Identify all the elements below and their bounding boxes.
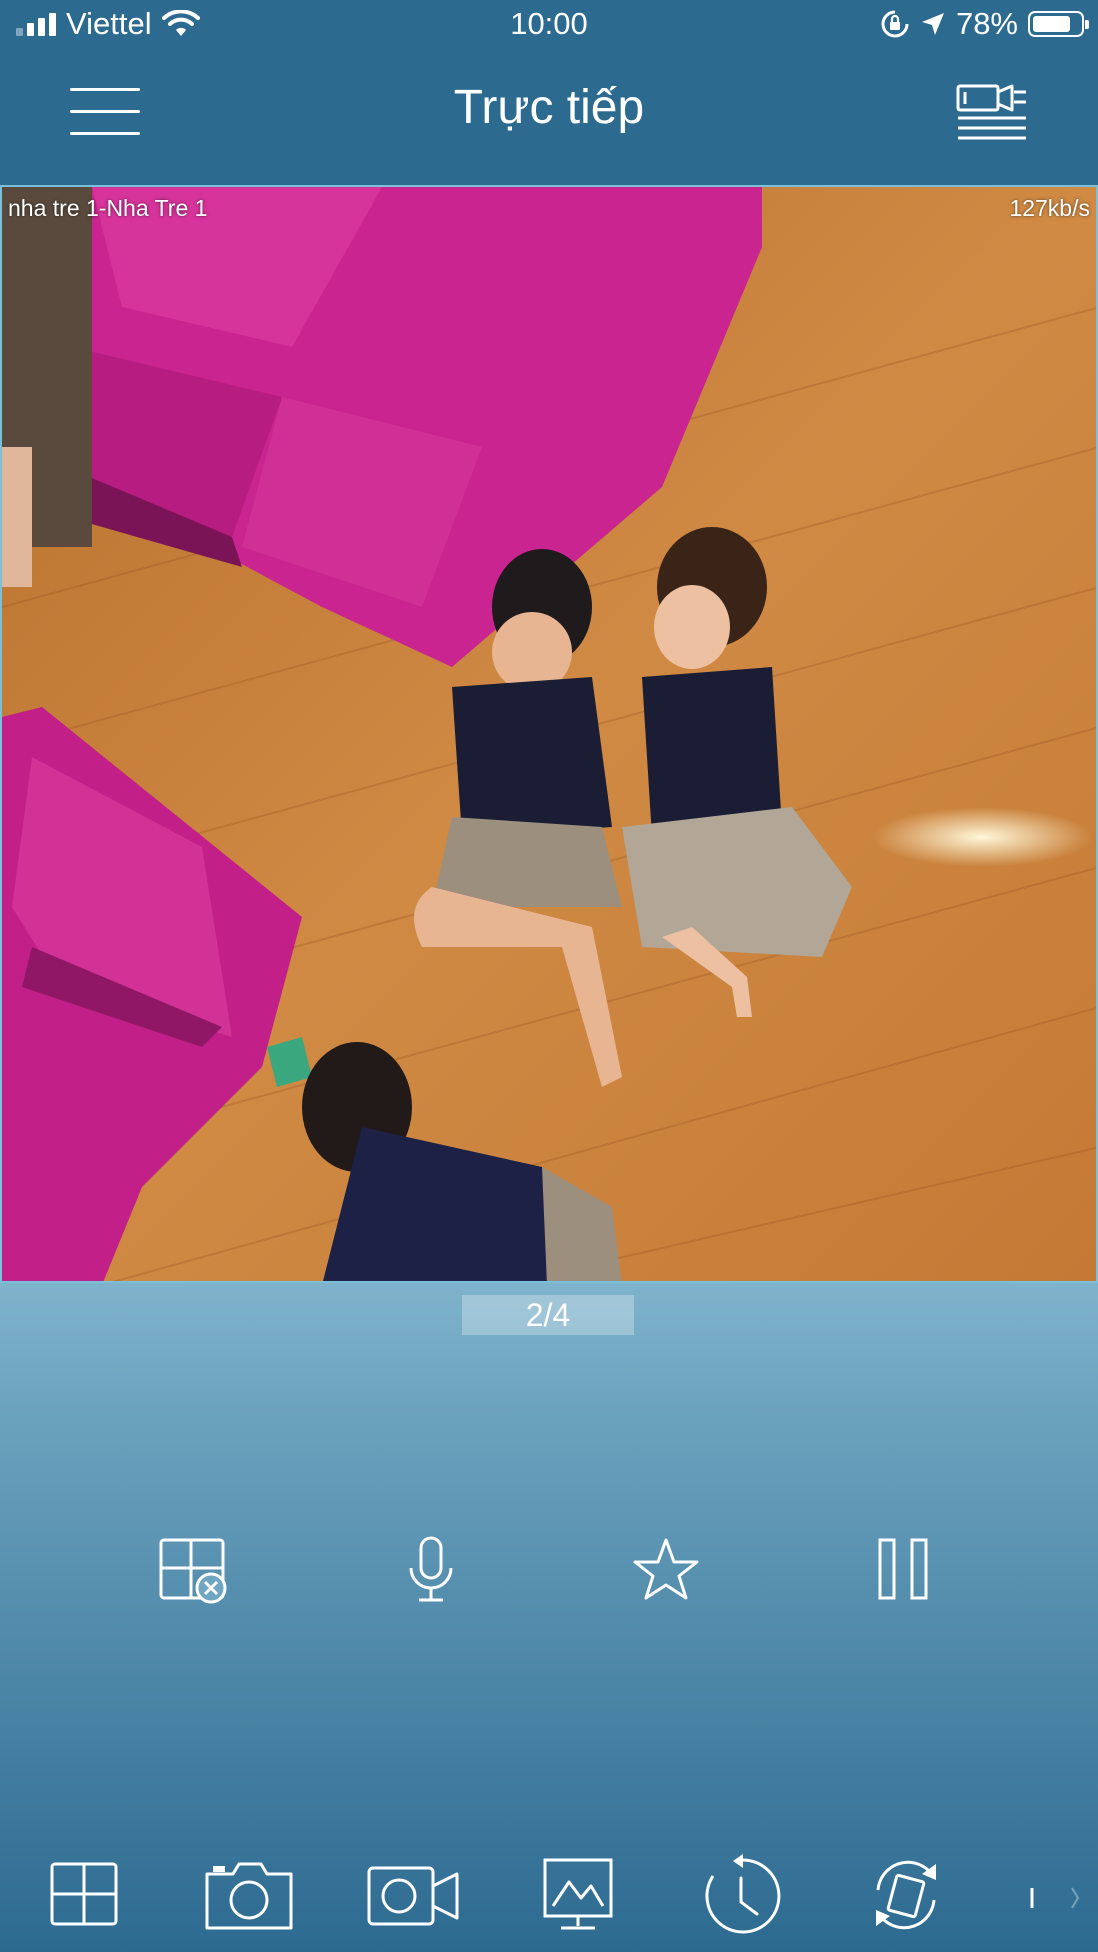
- record-video-icon[interactable]: [365, 1852, 461, 1938]
- camera-name-label: nha tre 1-Nha Tre 1: [8, 195, 208, 221]
- live-video-feed[interactable]: nha tre 1-Nha Tre 1 127kb/s: [0, 185, 1098, 1283]
- video-frame-image: [2, 187, 1096, 1281]
- nav-bar: Trực tiếp: [0, 52, 1098, 184]
- pause-icon[interactable]: [864, 1530, 944, 1610]
- playback-controls: [0, 1530, 1098, 1610]
- battery-icon: [1028, 11, 1089, 37]
- page-title: Trực tiếp: [453, 81, 645, 134]
- status-right: 78%: [880, 6, 1089, 42]
- microphone-icon[interactable]: [391, 1530, 471, 1610]
- snapshot-camera-icon[interactable]: [203, 1852, 295, 1938]
- camera-list-icon[interactable]: [956, 82, 1028, 142]
- split-screen-icon[interactable]: [48, 1852, 120, 1938]
- star-icon[interactable]: [626, 1530, 706, 1610]
- close-window-icon[interactable]: [153, 1530, 233, 1610]
- status-bar: Viettel 10:00 78%: [0, 0, 1098, 52]
- playback-clock-icon[interactable]: [703, 1852, 783, 1938]
- switch-stream-icon[interactable]: [866, 1852, 946, 1938]
- bottom-toolbar: [0, 1852, 1098, 1938]
- location-arrow-icon: [921, 13, 944, 35]
- more-tools-icon[interactable]: [1026, 1852, 1086, 1938]
- rotation-lock-icon: [881, 10, 909, 38]
- battery-percent: 78%: [955, 6, 1018, 41]
- bitrate-label: 127kb/s: [1009, 195, 1090, 221]
- quality-monitor-icon[interactable]: [541, 1852, 615, 1938]
- page-indicator: 2/4: [462, 1295, 634, 1335]
